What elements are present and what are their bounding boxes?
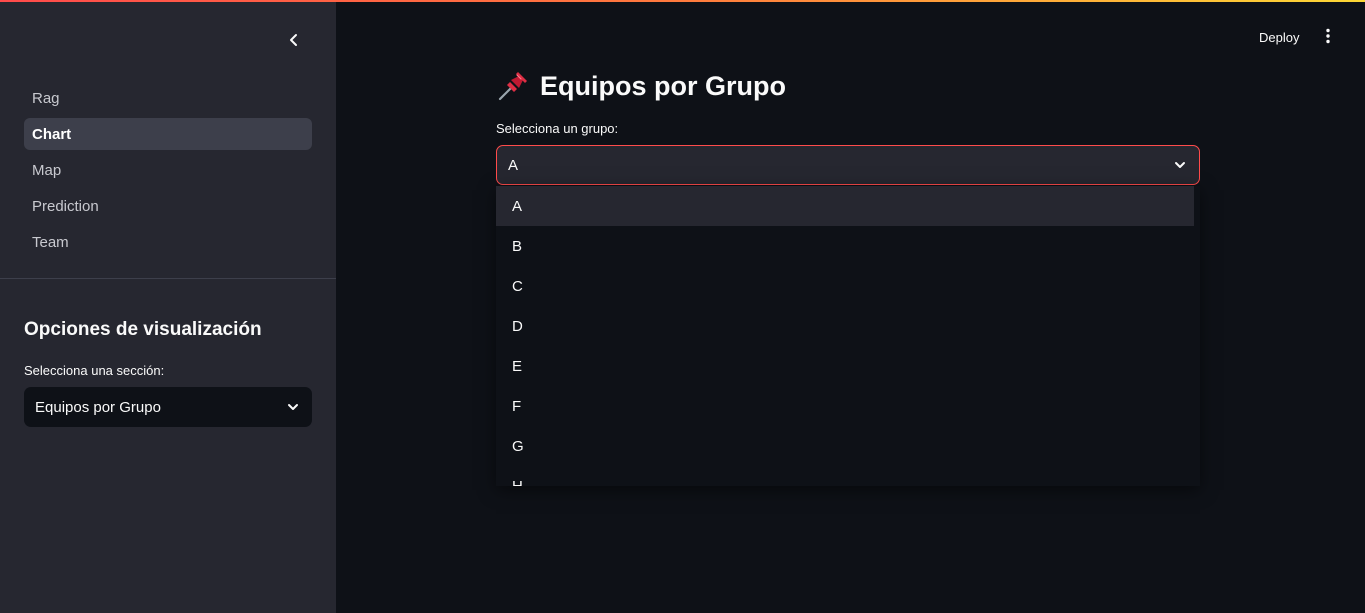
- section-select[interactable]: Equipos por Grupo: [24, 387, 312, 427]
- sidebar-item-label: Rag: [32, 89, 60, 107]
- section-heading: Opciones de visualización: [24, 319, 262, 340]
- group-option-e[interactable]: E: [496, 346, 1194, 386]
- chevron-down-icon: [288, 404, 298, 410]
- group-option-c[interactable]: C: [496, 266, 1194, 306]
- sidebar-item-rag[interactable]: Rag: [24, 82, 312, 114]
- collapse-sidebar-button[interactable]: [282, 28, 306, 52]
- chevron-left-icon: [290, 34, 297, 46]
- group-option-f[interactable]: F: [496, 386, 1194, 426]
- section-select-value: Equipos por Grupo: [35, 398, 161, 416]
- sidebar-divider: [0, 278, 336, 279]
- sidebar-item-label: Prediction: [32, 197, 99, 215]
- chevron-down-icon: [1175, 162, 1185, 168]
- sidebar-item-map[interactable]: Map: [24, 154, 312, 186]
- sidebar: Rag Chart Map Prediction Team Opciones d…: [0, 0, 336, 613]
- top-decoration-bar: [0, 0, 1365, 2]
- page-title-text: Equipos por Grupo: [540, 70, 786, 101]
- section-select-label: Selecciona una sección:: [24, 363, 165, 378]
- page-title: Equipos por Grupo: [497, 68, 786, 104]
- sidebar-item-chart[interactable]: Chart: [24, 118, 312, 150]
- group-option-g[interactable]: G: [496, 426, 1194, 466]
- sidebar-item-label: Team: [32, 233, 69, 251]
- more-vertical-icon: [1326, 28, 1330, 44]
- sidebar-item-prediction[interactable]: Prediction: [24, 190, 312, 222]
- pushpin-icon: [498, 72, 527, 101]
- group-select-value: A: [508, 156, 519, 174]
- group-select[interactable]: A: [496, 145, 1200, 185]
- sidebar-nav: Rag Chart Map Prediction Team: [24, 82, 312, 262]
- sidebar-item-label: Map: [32, 161, 62, 179]
- main-menu-button[interactable]: [1318, 26, 1338, 46]
- group-dropdown-menu: A B C D E F G H: [496, 186, 1200, 486]
- group-option-h[interactable]: H: [496, 466, 1194, 487]
- sidebar-item-team[interactable]: Team: [24, 226, 312, 258]
- group-option-a[interactable]: A: [496, 186, 1194, 226]
- group-option-d[interactable]: D: [496, 306, 1194, 346]
- group-option-b[interactable]: B: [496, 226, 1194, 266]
- group-select-label: Selecciona un grupo:: [496, 121, 619, 136]
- sidebar-item-label: Chart: [32, 125, 72, 143]
- deploy-button[interactable]: Deploy: [1252, 26, 1306, 48]
